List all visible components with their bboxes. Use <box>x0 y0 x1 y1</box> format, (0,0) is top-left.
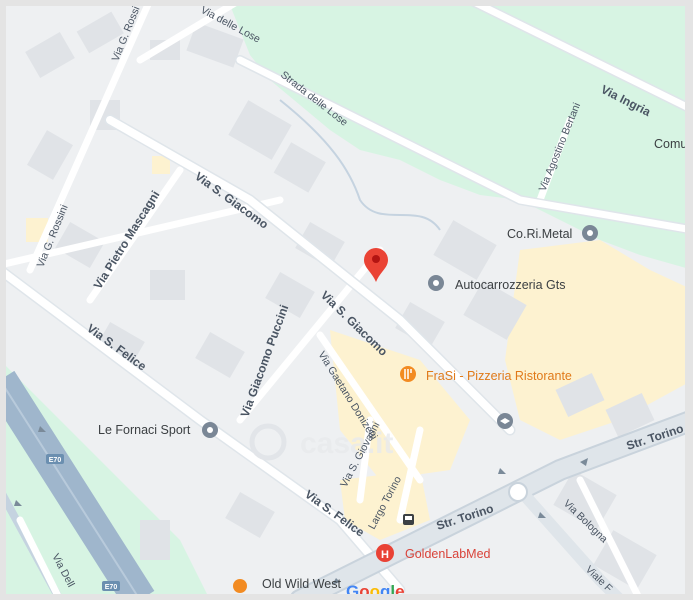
bus-stop[interactable] <box>403 514 414 525</box>
pin-dot-icon <box>372 255 380 263</box>
map-canvas[interactable]: casa.it Via G. Rossi Via G. Rossini Via … <box>0 0 693 600</box>
roundabout <box>508 482 528 502</box>
poi-label: FraSi - Pizzeria Ristorante <box>426 369 572 383</box>
highway-shield-label: E70 <box>49 457 62 464</box>
place-label-comu: Comu <box>654 137 687 151</box>
google-logo: Google <box>346 582 405 600</box>
highway-shield-e70-2: E70 <box>102 581 120 591</box>
poi-frasi-pizzeria[interactable]: FraSi - Pizzeria Ristorante <box>400 366 572 383</box>
generic-poi-icon <box>587 230 593 236</box>
poi-label: Le Fornaci Sport <box>98 423 191 437</box>
hospital-icon: H <box>381 549 389 561</box>
generic-poi-icon <box>433 280 439 286</box>
highway-shield-label: E70 <box>105 584 118 591</box>
poi-school[interactable] <box>497 413 513 429</box>
generic-poi-icon <box>207 427 213 433</box>
poi-label: Autocarrozzeria Gts <box>455 278 565 292</box>
bus-icon <box>405 516 412 520</box>
poi-label: Co.Ri.Metal <box>507 227 572 241</box>
highway-shield-e70-1: E70 <box>46 454 64 464</box>
poi-co-ri-metal[interactable]: Co.Ri.Metal <box>507 225 598 241</box>
poi-label: GoldenLabMed <box>405 547 491 561</box>
watermark-text: casa.it <box>300 427 393 460</box>
map-view[interactable]: casa.it Via G. Rossi Via G. Rossini Via … <box>0 0 693 600</box>
poi-label: Old Wild West <box>262 577 341 591</box>
